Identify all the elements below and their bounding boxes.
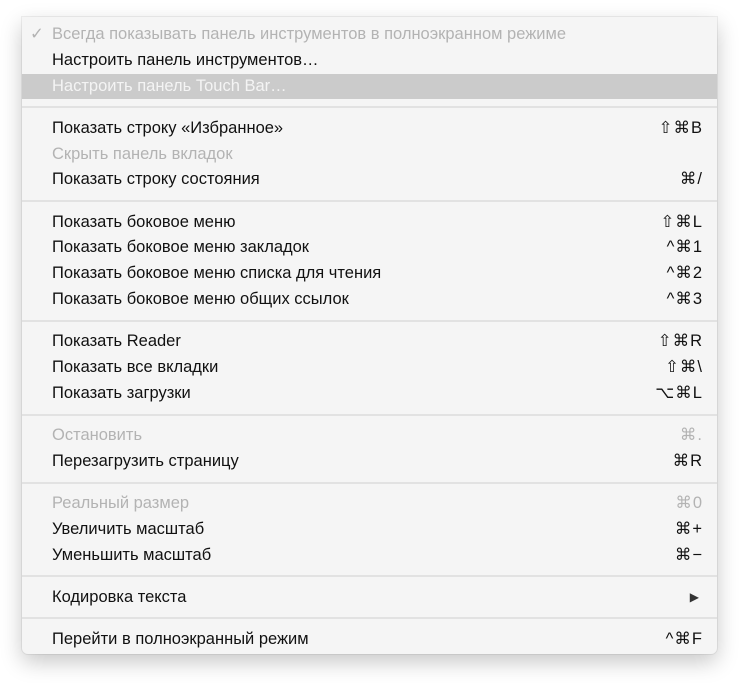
- menu-item: Остановить ⌘.: [22, 423, 717, 449]
- menu-item-label: Показать боковое меню списка для чтения: [52, 264, 382, 283]
- menu-item[interactable]: Уменьшить масштаб ⌘−: [22, 543, 717, 569]
- menu-item-label: Реальный размер: [52, 493, 190, 512]
- menu-item-label: Скрыть панель вкладок: [52, 144, 233, 163]
- menu-item[interactable]: Показать строку состояния ⌘/: [22, 167, 717, 193]
- menu-separator: [22, 407, 717, 423]
- menu-item: Скрыть панель вкладок: [22, 142, 717, 168]
- menu-separator: [22, 99, 717, 115]
- menu-item-shortcut: ⌥⌘L: [655, 383, 703, 402]
- menu-item: Реальный размер ⌘0: [22, 491, 717, 517]
- menu-separator: [22, 193, 717, 209]
- menu-item[interactable]: Показать боковое меню закладок ^⌘1: [22, 235, 717, 261]
- menu-separator: [22, 610, 717, 626]
- menu-item[interactable]: Показать боковое меню ⇧⌘L: [22, 210, 717, 236]
- menu-item[interactable]: Показать все вкладки ⇧⌘\: [22, 355, 717, 381]
- menu-item[interactable]: Настроить панель Touch Bar…: [22, 73, 717, 100]
- menu-item-label: Настроить панель инструментов…: [52, 50, 319, 69]
- menu-item-shortcut: ⌘/: [679, 170, 703, 189]
- menu-item[interactable]: Показать боковое меню списка для чтения ^…: [22, 261, 717, 287]
- menu-item[interactable]: Показать Reader ⇧⌘R: [22, 329, 717, 355]
- menu-item-shortcut: ^⌘1: [666, 238, 703, 257]
- menu-item-label: Перейти в полноэкранный режим: [52, 629, 309, 648]
- menu-item-label: Показать Reader: [52, 332, 181, 351]
- menu-item-shortcut: ⇧⌘\: [665, 357, 703, 376]
- menu-item-shortcut: ^⌘2: [666, 264, 703, 283]
- menu-item-label: Показать боковое меню закладок: [52, 238, 310, 257]
- menu-item-shortcut: ⌘.: [679, 425, 703, 444]
- menu-item[interactable]: Перейти в полноэкранный режим ^⌘F: [22, 627, 717, 653]
- menu-item[interactable]: Настроить панель инструментов…: [22, 48, 717, 74]
- menu-item-label: Всегда показывать панель инструментов в …: [52, 25, 566, 43]
- checkmark-icon: ✓: [30, 25, 44, 43]
- menu-item-shortcut: ^⌘3: [666, 289, 703, 308]
- menu-item-label: Перезагрузить страницу: [52, 451, 239, 470]
- submenu-arrow-icon: ▶: [689, 589, 699, 604]
- menu-item[interactable]: Показать строку «Избранное» ⇧⌘B: [22, 116, 717, 142]
- menu-item: ✓ Всегда показывать панель инструментов в…: [22, 22, 717, 48]
- menu-item-label: Показать боковое меню: [52, 212, 236, 231]
- menu-separator: [22, 313, 717, 329]
- menu-item-label: Уменьшить масштаб: [52, 545, 212, 564]
- menu-item-label: Увеличить масштаб: [52, 519, 205, 538]
- menu-item-label: Показать боковое меню общих ссылок: [52, 289, 349, 308]
- menu-item-label: Остановить: [52, 425, 143, 444]
- menu-item-label: Настроить панель Touch Bar…: [52, 76, 287, 95]
- menu-item-shortcut: ⌘−: [674, 545, 703, 564]
- menu-item[interactable]: Показать загрузки ⌥⌘L: [22, 381, 717, 407]
- menu-item-label: Показать строку «Избранное»: [52, 118, 284, 137]
- menu-item[interactable]: Увеличить масштаб ⌘+: [22, 517, 717, 543]
- menu-item[interactable]: Кодировка текста ▶: [22, 585, 717, 611]
- menu-item-label: Показать строку состояния: [52, 170, 260, 189]
- menu-item-shortcut: ⌘+: [674, 519, 703, 538]
- menu-item-shortcut: ^⌘F: [665, 629, 703, 648]
- menu-item[interactable]: Перезагрузить страницу ⌘R: [22, 449, 717, 475]
- menu-item-label: Показать все вкладки: [52, 357, 219, 376]
- menu-item-label: Показать загрузки: [52, 383, 191, 402]
- menu-item-shortcut: ⌘0: [675, 493, 703, 512]
- menu-item-label: Кодировка текста: [52, 587, 187, 606]
- menu-item-shortcut: ⇧⌘B: [658, 118, 703, 137]
- menu-separator: [22, 568, 717, 584]
- menu-item-shortcut: ⌘R: [672, 451, 703, 470]
- menu-item[interactable]: Показать боковое меню общих ссылок ^⌘3: [22, 287, 717, 313]
- menu-item-shortcut: ⇧⌘R: [657, 332, 703, 351]
- menu-item-shortcut: ⇧⌘L: [660, 212, 703, 231]
- menu-separator: [22, 475, 717, 491]
- view-menu: ✓ Всегда показывать панель инструментов в…: [22, 17, 717, 654]
